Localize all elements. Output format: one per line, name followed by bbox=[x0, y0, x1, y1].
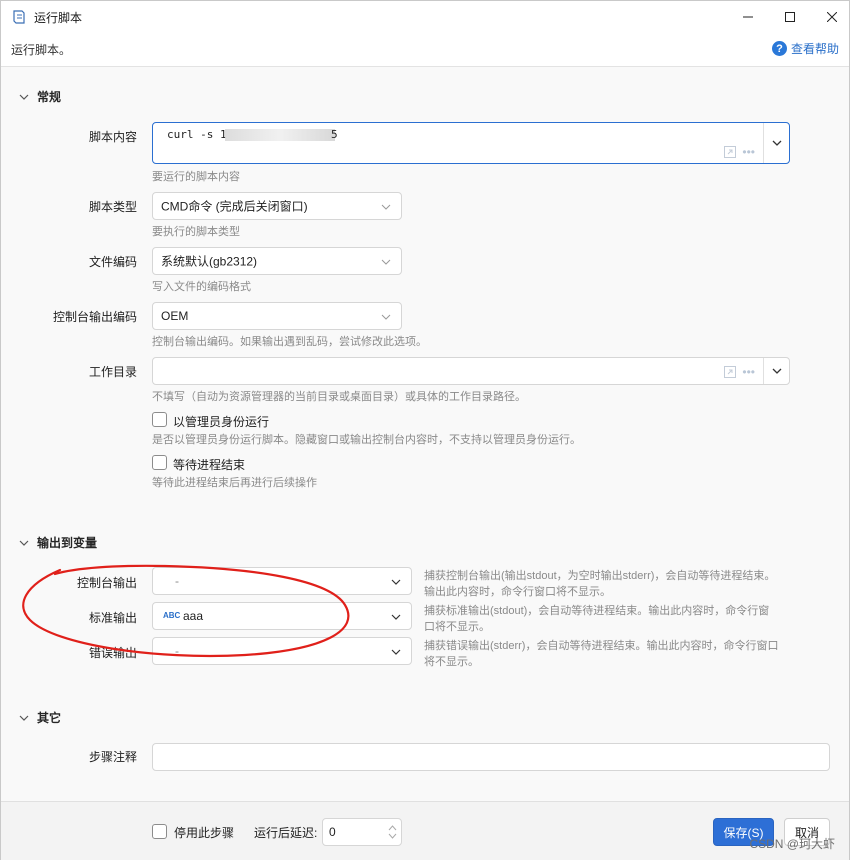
window-title: 运行脚本 bbox=[34, 11, 83, 25]
work-dir-dropdown[interactable] bbox=[763, 358, 789, 384]
run-as-admin-hint: 是否以管理员身份运行脚本。隐藏窗口或输出控制台内容时，不支持以管理员身份运行。 bbox=[152, 434, 581, 446]
delay-spinner[interactable]: 0 bbox=[322, 818, 402, 846]
script-type-value: CMD命令 (完成后关闭窗口) bbox=[161, 199, 308, 214]
chevron-down-icon bbox=[391, 579, 401, 585]
console-encoding-hint: 控制台输出编码。如果输出遇到乱码，尝试修改此选项。 bbox=[152, 336, 427, 348]
disable-step-label: 停用此步骤 bbox=[174, 826, 235, 840]
script-content-input[interactable]: curl -s 1 5 ••• bbox=[152, 122, 790, 164]
section-other-title: 其它 bbox=[37, 711, 62, 725]
work-dir-hint: 不填写（自动为资源管理器的当前目录或桌面目录）或具体的工作目录路径。 bbox=[152, 391, 526, 403]
section-general-header[interactable]: 常规 bbox=[19, 88, 61, 105]
spinner-arrows-icon[interactable] bbox=[388, 824, 397, 840]
wait-process-hint: 等待此进程结束后再进行后续操作 bbox=[152, 477, 317, 489]
title-bar: 运行脚本 bbox=[1, 1, 849, 33]
work-dir-label: 工作目录 bbox=[88, 365, 137, 379]
editor-tools: ••• bbox=[724, 145, 755, 159]
script-icon bbox=[13, 10, 25, 24]
close-icon bbox=[827, 12, 837, 22]
script-content-text: curl -s 1 bbox=[167, 128, 227, 141]
stderr-note: 捕获错误输出(stderr)，会自动等待进程结束。输出此内容时，命令行窗口将不显… bbox=[424, 640, 779, 668]
minimize-button[interactable] bbox=[725, 1, 771, 33]
console-output-note: 捕获控制台输出(输出stdout，为空时输出stderr)，会自动等待进程结束。… bbox=[424, 570, 776, 598]
work-dir-tools: ••• bbox=[724, 365, 755, 379]
description-bar: 运行脚本。 ? 查看帮助 bbox=[1, 33, 849, 67]
expand-icon[interactable] bbox=[724, 146, 737, 158]
console-encoding-value: OEM bbox=[161, 309, 189, 323]
chevron-down-icon bbox=[381, 204, 391, 210]
script-content-tail: 5 bbox=[331, 128, 338, 141]
script-type-label: 脚本类型 bbox=[88, 200, 137, 214]
run-as-admin-checkbox[interactable] bbox=[152, 412, 167, 427]
script-content-dropdown[interactable] bbox=[763, 123, 789, 163]
maximize-button[interactable] bbox=[767, 1, 813, 33]
script-type-select[interactable]: CMD命令 (完成后关闭窗口) bbox=[152, 192, 402, 220]
form-content: 常规 脚本内容 curl -s 1 5 ••• 要运行的脚本内容 脚本类型 CM… bbox=[1, 68, 849, 800]
minimize-icon bbox=[743, 16, 753, 18]
wait-process-label: 等待进程结束 bbox=[173, 458, 246, 472]
disable-step-checkbox[interactable] bbox=[152, 824, 167, 839]
script-content-label: 脚本内容 bbox=[88, 130, 137, 144]
delay-label: 运行后延迟: bbox=[254, 826, 318, 840]
chevron-down-icon bbox=[772, 140, 781, 146]
script-content-hint: 要运行的脚本内容 bbox=[152, 171, 240, 183]
chevron-down-icon bbox=[381, 259, 391, 265]
chevron-down-icon bbox=[391, 614, 401, 620]
chevron-down-icon bbox=[19, 540, 29, 546]
section-other-header[interactable]: 其它 bbox=[19, 709, 61, 726]
file-encoding-select[interactable]: 系统默认(gb2312) bbox=[152, 247, 402, 275]
help-label: 查看帮助 bbox=[790, 42, 839, 56]
more-icon[interactable]: ••• bbox=[742, 365, 755, 379]
help-icon: ? bbox=[771, 41, 787, 56]
console-encoding-label: 控制台输出编码 bbox=[52, 310, 137, 324]
step-note-input[interactable] bbox=[152, 743, 830, 771]
wait-process-checkbox[interactable] bbox=[152, 455, 167, 470]
step-note-label: 步骤注释 bbox=[88, 750, 137, 764]
maximize-icon bbox=[785, 12, 795, 22]
chevron-down-icon bbox=[19, 94, 29, 100]
section-output-title: 输出到变量 bbox=[37, 536, 98, 550]
file-encoding-hint: 写入文件的编码格式 bbox=[152, 281, 251, 293]
section-output-header[interactable]: 输出到变量 bbox=[19, 534, 97, 551]
script-type-hint: 要执行的脚本类型 bbox=[152, 226, 240, 238]
work-dir-input[interactable]: ••• bbox=[152, 357, 790, 385]
run-script-dialog: 运行脚本 运行脚本。 ? 查看帮助 常规 脚本内容 curl -s 1 5 ••… bbox=[0, 0, 850, 860]
csdn-watermark: CSDN @珂大虾 bbox=[749, 837, 835, 851]
chevron-down-icon bbox=[381, 314, 391, 320]
dialog-description: 运行脚本。 bbox=[11, 43, 72, 57]
chevron-down-icon bbox=[391, 649, 401, 655]
help-link[interactable]: ? 查看帮助 bbox=[771, 40, 839, 57]
file-encoding-label: 文件编码 bbox=[88, 255, 137, 269]
redacted-area bbox=[225, 129, 335, 141]
section-general-title: 常规 bbox=[37, 90, 62, 104]
delay-value: 0 bbox=[329, 825, 336, 839]
red-annotation-ellipse bbox=[22, 564, 350, 658]
run-as-admin-label: 以管理员身份运行 bbox=[173, 415, 270, 429]
expand-icon[interactable] bbox=[724, 366, 737, 378]
close-button[interactable] bbox=[809, 1, 850, 33]
footer-bar: 停用此步骤 运行后延迟: 0 保存(S) 取消 CSDN @珂大虾 bbox=[1, 801, 849, 860]
console-encoding-select[interactable]: OEM bbox=[152, 302, 402, 330]
more-icon[interactable]: ••• bbox=[742, 145, 755, 159]
chevron-down-icon bbox=[19, 715, 29, 721]
stdout-note: 捕获标准输出(stdout)，会自动等待进程结束。输出此内容时，命令行窗口将不显… bbox=[424, 605, 770, 633]
chevron-down-icon bbox=[772, 368, 781, 374]
file-encoding-value: 系统默认(gb2312) bbox=[161, 254, 258, 269]
